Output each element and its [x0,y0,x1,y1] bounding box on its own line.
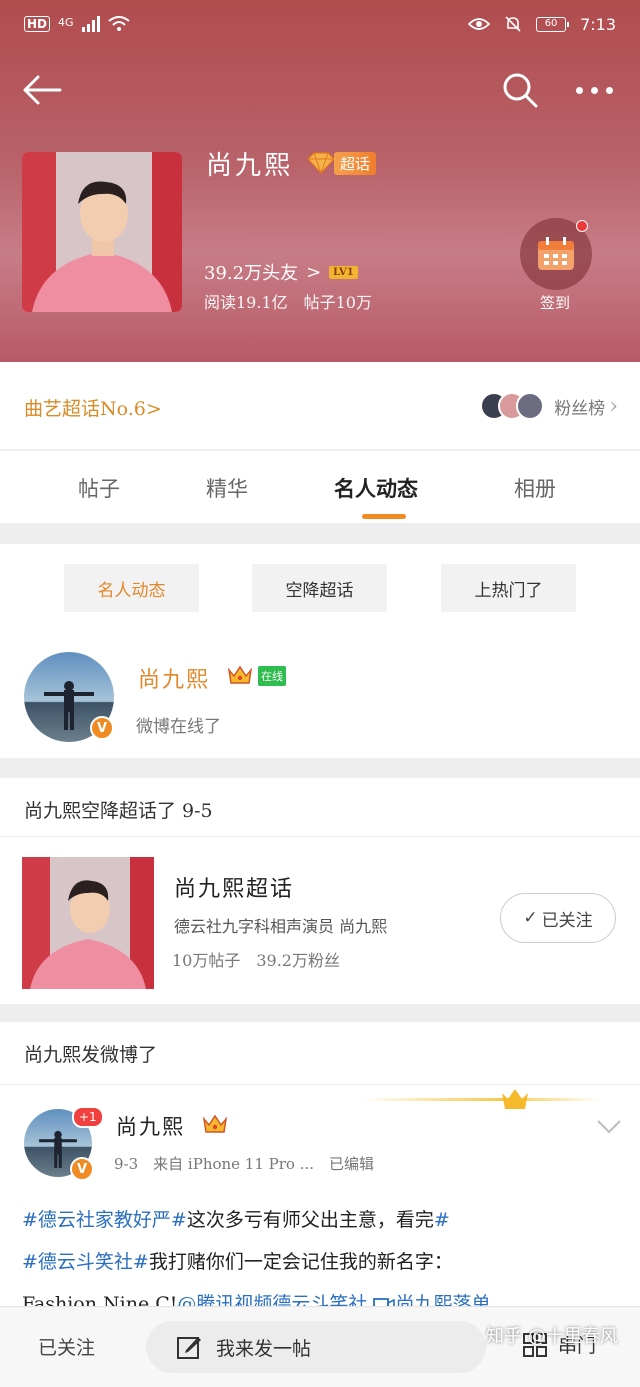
topic-stats: 阅读19.1亿 帖子10万 [204,293,372,312]
section-title: 尚九熙空降超话了 9-5 [24,800,213,822]
calendar-icon [538,237,574,270]
status-bar: HD 4G 60 7:13 [0,0,640,48]
clock: 7:13 [580,14,616,34]
edit-icon [177,1337,201,1359]
fans-count[interactable]: 39.2万头友 > LV1 [204,259,358,285]
post-text: 我打赌你们一定会记住我的新名字： [148,1251,453,1273]
followed-label: 已关注 [541,910,593,931]
hashtag[interactable]: #德云斗笑社# [22,1251,149,1273]
section-title: 尚九熙发微博了 [24,1044,158,1066]
followed-button[interactable]: ✓ 已关注 [500,893,616,943]
check-icon: ✓ [523,908,538,928]
search-icon[interactable] [500,70,540,110]
tab-celebrity-updates[interactable]: 名人动态 [334,473,418,503]
fan-avatars [480,392,545,420]
chip-airdrop[interactable]: 空降超话 [252,564,387,612]
post-author-name[interactable]: 尚九熙 [116,1111,185,1141]
post-text: 这次多亏有师父出主意，看完 [186,1209,434,1231]
network-label: 4G [58,16,74,29]
super-topic-name: 尚九熙超话 [174,877,295,902]
user-name[interactable]: 尚九熙 [138,662,210,694]
verified-badge: V [90,716,114,740]
chip-trending[interactable]: 上热门了 [441,564,576,612]
active-tab-indicator [362,514,406,519]
super-tag: 超话 [334,151,377,175]
category-rank-link[interactable]: 曲艺超话No.6> [24,394,162,421]
notification-badge: +1 [72,1106,104,1128]
checkin-notification-dot [576,220,588,232]
crown-icon [227,665,253,684]
fans-count-label: 39.2万头友 [204,263,299,284]
tab-bar: 帖子 精华 名人动态 相册 [0,451,640,523]
verified-badge: V [70,1157,94,1181]
fans-arrow: > [306,261,322,283]
checkin-label: 签到 [540,294,571,312]
super-topic-badge: 超话 [306,150,377,176]
chip-celebrity-updates[interactable]: 名人动态 [64,564,199,612]
rank-bar: 曲艺超话No.6> 粉丝榜 › [0,362,640,450]
followed-tab[interactable]: 已关注 [38,1333,95,1360]
watermark: 知乎 @十里春风 [486,1326,618,1347]
eye-icon [468,18,491,30]
nav-bar [0,62,640,118]
filter-chips: 名人动态 空降超话 上热门了 [0,544,640,634]
chevron-down-icon[interactable] [596,1119,622,1135]
tab-posts[interactable]: 帖子 [78,473,120,503]
hd-indicator: HD [24,16,51,32]
topic-title: 尚九熙 [206,151,294,181]
checkin-button[interactable] [520,218,592,290]
super-topic-card[interactable]: 尚九熙超话 德云社九字科相声演员 尚九熙 10万帖子 39.2万粉丝 ✓ 已关注 [0,836,640,1004]
topic-cover-image [22,152,182,312]
diamond-icon [307,152,335,174]
back-arrow-icon[interactable] [22,72,62,108]
post-meta: 9-3 来自 iPhone 11 Pro ... 已编辑 [114,1155,375,1173]
battery-icon: 60 [536,16,570,32]
hero-header: HD 4G 60 7:13 尚九熙 超话 39.2万头友 > LV1 阅读19.… [0,0,640,362]
mute-bell-icon [505,16,521,32]
tab-featured[interactable]: 精华 [206,473,248,503]
signal-icon [81,16,100,32]
super-topic-stats: 10万帖子 39.2万粉丝 [172,951,340,970]
fans-leaderboard-link[interactable]: 粉丝榜 › [480,392,618,420]
crown-icon [202,1114,228,1133]
online-status-card[interactable]: V 尚九熙 在线 微博在线了 [0,634,640,758]
online-message: 微博在线了 [136,717,221,737]
level-badge: LV1 [329,265,358,279]
section-header-airdrop: 尚九熙空降超话了 9-5 [0,778,640,836]
wifi-icon [107,16,130,31]
more-icon[interactable] [576,80,620,100]
compose-label: 我来发一帖 [216,1337,312,1360]
chevron-right-icon: › [609,393,618,419]
fans-leaderboard-label: 粉丝榜 [554,398,606,419]
online-tag: 在线 [258,666,286,686]
compose-post-button[interactable]: 我来发一帖 [146,1321,486,1373]
hashtag[interactable]: #德云社家教好严# [22,1209,187,1231]
section-header-weibo: 尚九熙发微博了 [0,1022,640,1084]
super-topic-image [22,857,154,989]
super-topic-desc: 德云社九字科相声演员 尚九熙 [174,917,388,936]
tab-album[interactable]: 相册 [514,473,556,503]
decorative-crown-line [360,1089,600,1109]
